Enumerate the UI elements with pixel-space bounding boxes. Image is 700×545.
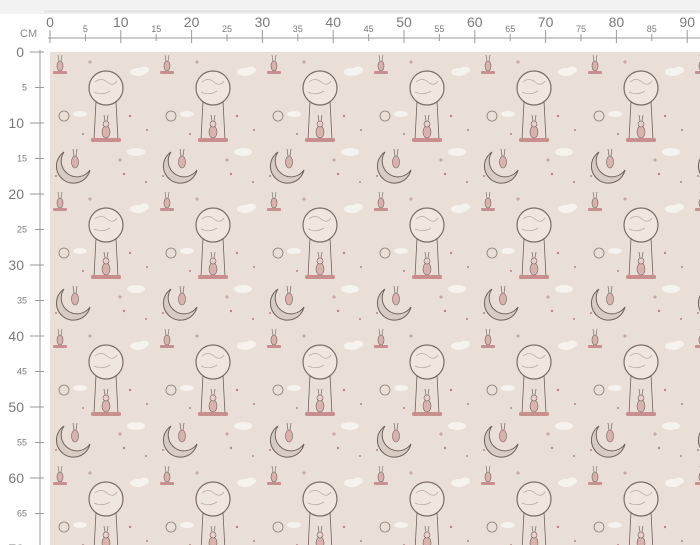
top-major-label: 90 — [679, 14, 695, 30]
left-minor-label: 5 — [22, 83, 27, 93]
fabric-swatch — [50, 52, 700, 545]
left-major-label: 30 — [8, 257, 24, 273]
left-ruler: 0 10 20 30 40 50 60 5 15 25 35 45 55 65 70 — [8, 44, 44, 545]
left-minor-label: 55 — [17, 438, 27, 448]
left-partial-label: 70 — [8, 541, 24, 545]
top-major-label: 40 — [325, 14, 341, 30]
fabric-preview: 0 10 20 30 40 50 60 70 80 90 5 15 25 35 45 55 65 75 85 0 10… — [0, 0, 700, 545]
left-major-label: 0 — [16, 44, 24, 60]
top-major-label: 50 — [396, 14, 412, 30]
top-major-label: 60 — [467, 14, 483, 30]
top-major-label: 10 — [113, 14, 129, 30]
top-major-label: 80 — [609, 14, 625, 30]
top-minor-label: 55 — [434, 24, 444, 34]
top-minor-label: 15 — [151, 24, 161, 34]
left-minor-label: 35 — [17, 296, 27, 306]
top-major-label: 0 — [46, 14, 54, 30]
top-ruler: 0 10 20 30 40 50 60 70 80 90 5 15 25 35 45 55 65 75 85 — [46, 14, 700, 43]
top-minor-label: 65 — [505, 24, 515, 34]
left-major-label: 20 — [8, 186, 24, 202]
top-minor-label: 5 — [83, 24, 88, 34]
left-minor-label: 45 — [17, 367, 27, 377]
left-major-label: 10 — [8, 115, 24, 131]
top-minor-label: 85 — [647, 24, 657, 34]
horizontal-scroll-track[interactable] — [44, 10, 700, 13]
left-minor-label: 15 — [17, 154, 27, 164]
top-major-label: 30 — [255, 14, 271, 30]
top-major-label: 70 — [538, 14, 554, 30]
top-minor-label: 25 — [222, 24, 232, 34]
unit-label: CM — [20, 28, 37, 40]
top-minor-label: 45 — [364, 24, 374, 34]
left-major-label: 60 — [8, 470, 24, 486]
left-minor-label: 65 — [17, 509, 27, 519]
left-major-label: 50 — [8, 399, 24, 415]
top-minor-label: 75 — [576, 24, 586, 34]
top-minor-label: 35 — [293, 24, 303, 34]
top-major-label: 20 — [184, 14, 200, 30]
left-minor-label: 25 — [17, 225, 27, 235]
left-major-label: 40 — [8, 328, 24, 344]
